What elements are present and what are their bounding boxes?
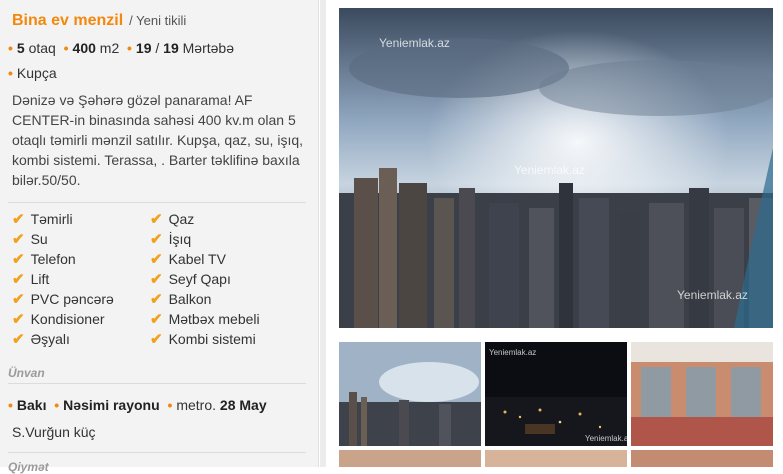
feature-item: ✔ Qaz — [150, 211, 195, 228]
specs-row: • 5 otaq • 400 m2 • 19 / 19 Mərtəbə — [8, 40, 234, 56]
bullet-icon: • — [63, 40, 69, 56]
gallery-thumbnail[interactable] — [339, 450, 481, 467]
feature-item: ✔ Təmirli — [12, 211, 73, 228]
thumbnail-image — [339, 342, 481, 446]
rooms-value: 5 — [16, 40, 25, 56]
check-icon: ✔ — [12, 271, 25, 288]
gallery-thumbnail[interactable] — [631, 342, 773, 446]
watermark-text: Yeniemlak.az — [585, 434, 627, 443]
bullet-icon: • — [8, 40, 13, 56]
section-divider — [8, 202, 306, 203]
listing-subtitle: / Yeni tikili — [129, 13, 187, 28]
feature-item: ✔ Kondisioner — [12, 311, 105, 328]
address-section-label: Ünvan — [8, 366, 45, 380]
feature-item: ✔ Kabel TV — [150, 251, 226, 268]
metro-station: 28 May — [219, 397, 267, 413]
address-district: Nəsimi rayonu — [63, 397, 160, 413]
thumbnail-image — [485, 342, 627, 446]
feature-item: ✔ Kombi sistemi — [150, 331, 256, 348]
feature-item: ✔ İşıq — [150, 231, 192, 248]
check-icon: ✔ — [150, 331, 163, 348]
section-divider — [8, 452, 306, 453]
floor-separator: / — [155, 40, 160, 56]
feature-item: ✔ Su — [12, 231, 48, 248]
check-icon: ✔ — [150, 311, 163, 328]
gallery-thumbnail[interactable] — [485, 450, 627, 467]
area-value: 400 — [72, 40, 96, 56]
document-type: Kupça — [16, 65, 57, 81]
check-icon: ✔ — [150, 291, 163, 308]
feature-item: ✔ Balkon — [150, 291, 212, 308]
panel-scroll-divider — [320, 0, 326, 467]
watermark-text: Yeniemlak.az — [677, 288, 748, 302]
price-section-label: Qiymət — [8, 460, 49, 474]
document-row: • Kupça — [8, 65, 57, 81]
bullet-icon: • — [8, 65, 13, 81]
listing-description: Dənizə və Şəhərə gözəl panarama! AF CENT… — [12, 92, 304, 188]
bullet-icon: • — [167, 397, 173, 413]
listing-title: Bina ev menzil — [12, 12, 124, 29]
check-icon: ✔ — [12, 331, 25, 348]
thumbnail-image — [631, 342, 773, 446]
floor-total: 19 — [163, 40, 179, 56]
feature-item: ✔ Mətbəx mebeli — [150, 311, 260, 328]
feature-item: ✔ Əşyalı — [12, 331, 70, 348]
section-divider — [8, 383, 306, 384]
rooms-unit: otaq — [28, 40, 56, 56]
watermark-text: Yeniemlak.az — [514, 163, 585, 177]
listing-header: Bina ev menzil / Yeni tikili — [12, 12, 186, 30]
metro-label: metro. — [176, 397, 217, 413]
bullet-icon: • — [127, 40, 132, 56]
check-icon: ✔ — [12, 311, 25, 328]
main-listing-photo[interactable]: Yeniemlak.az Yeniemlak.az Yeniemlak.az — [339, 8, 773, 328]
listing-details-panel: Bina ev menzil / Yeni tikili • 5 otaq • 400… — [0, 0, 319, 474]
check-icon: ✔ — [150, 231, 163, 248]
feature-item: ✔ Telefon — [12, 251, 76, 268]
check-icon: ✔ — [150, 211, 163, 228]
floor-value: 19 — [135, 40, 152, 56]
bullet-icon: • — [54, 397, 60, 413]
check-icon: ✔ — [12, 211, 25, 228]
gallery-thumbnail[interactable]: Yeniemlak.az Yeniemlak.az — [485, 342, 627, 446]
watermark-text: Yeniemlak.az — [489, 348, 537, 357]
floor-unit: Mərtəbə — [182, 40, 234, 56]
address-street: S.Vurğun küç — [12, 424, 96, 440]
bullet-icon: • — [8, 397, 13, 413]
feature-item: ✔ Lift — [12, 271, 50, 288]
area-unit: m2 — [99, 40, 120, 56]
check-icon: ✔ — [150, 251, 163, 268]
address-row: • Bakı • Nəsimi rayonu • metro. 28 May — [8, 397, 267, 413]
feature-item: ✔ PVC pəncərə — [12, 291, 114, 308]
check-icon: ✔ — [150, 271, 163, 288]
check-icon: ✔ — [12, 291, 25, 308]
gallery-thumbnail[interactable] — [631, 450, 773, 467]
gallery-thumbnail[interactable] — [339, 342, 481, 446]
check-icon: ✔ — [12, 231, 25, 248]
address-city: Bakı — [16, 397, 47, 413]
feature-item: ✔ Seyf Qapı — [150, 271, 231, 288]
check-icon: ✔ — [12, 251, 25, 268]
watermark-text: Yeniemlak.az — [379, 36, 450, 50]
